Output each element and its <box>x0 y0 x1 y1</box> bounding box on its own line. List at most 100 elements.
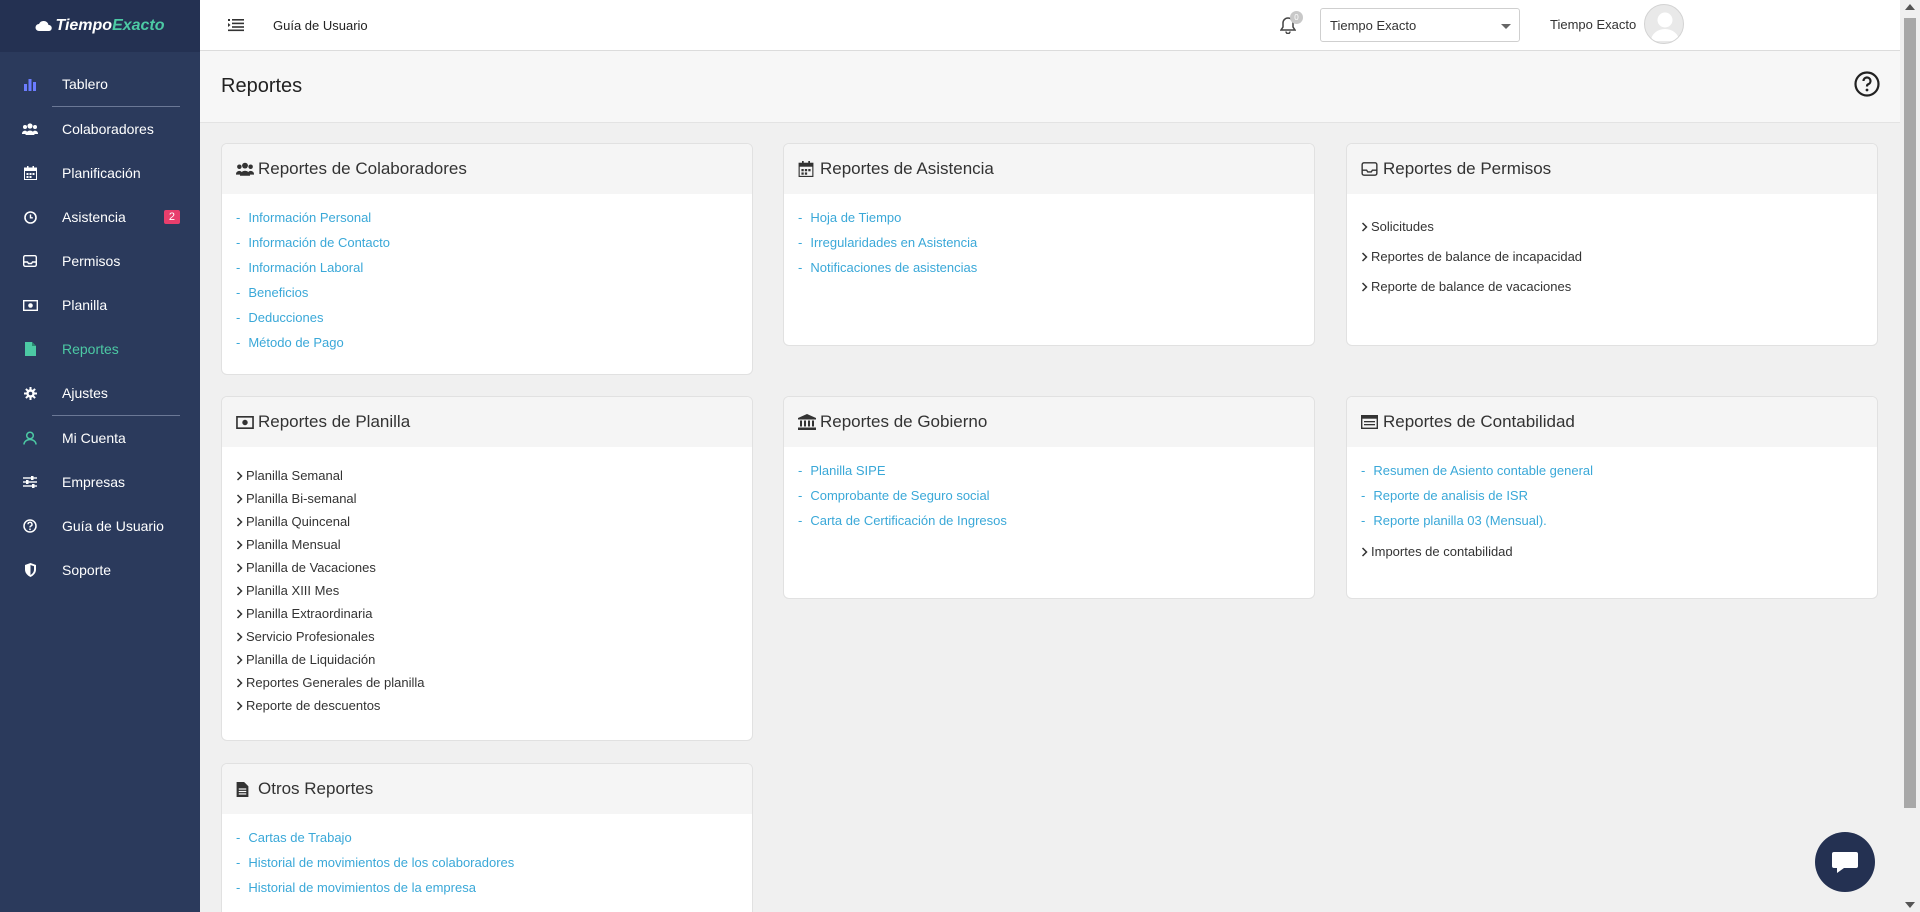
page-title: Reportes <box>221 75 303 97</box>
card-header: Reportes de Permisos <box>1347 144 1877 194</box>
card-title: Reportes de Gobierno <box>820 412 988 431</box>
user-icon <box>22 430 38 446</box>
inbox-icon <box>22 253 38 269</box>
report-link-analisis-isr[interactable]: - Reporte de analisis de ISR <box>1361 487 1863 512</box>
sidebar-item-tablero[interactable]: Tablero <box>0 62 200 106</box>
report-item-reporte-descuentos[interactable]: Reporte de descuentos <box>236 694 738 717</box>
report-item-planilla-mensual[interactable]: Planilla Mensual <box>236 533 738 556</box>
sidebar-item-label: Mi Cuenta <box>62 430 126 446</box>
menu-toggle-icon[interactable] <box>228 18 244 32</box>
card-header: Reportes de Colaboradores <box>222 144 752 194</box>
users-icon <box>22 121 38 137</box>
brand-logo[interactable]: Tiempo Exacto <box>0 0 200 52</box>
report-link-carta-certificacion[interactable]: - Carta de Certificación de Ingresos <box>798 512 1300 537</box>
report-link-deducciones[interactable]: - Deducciones <box>236 309 738 334</box>
chevron-right-icon <box>236 677 243 688</box>
avatar[interactable] <box>1644 4 1684 44</box>
chat-support-button[interactable] <box>1815 832 1875 892</box>
sidebar-item-soporte[interactable]: Soporte <box>0 548 200 592</box>
user-name[interactable]: Tiempo Exacto <box>1550 17 1636 32</box>
avatar-placeholder-icon <box>1651 12 1679 41</box>
sidebar-item-label: Empresas <box>62 474 126 490</box>
report-link-informacion-laboral[interactable]: - Información Laboral <box>236 259 738 284</box>
sidebar-item-label: Reportes <box>62 341 119 357</box>
report-link-irregularidades[interactable]: - Irregularidades en Asistencia <box>798 234 1300 259</box>
sidebar-nav: Tablero Colaboradores Planificación Asis… <box>0 52 200 592</box>
report-link-informacion-personal[interactable]: - Información Personal <box>236 209 738 234</box>
sidebar-item-planificacion[interactable]: Planificación <box>0 151 200 195</box>
report-item-planilla-vacaciones[interactable]: Planilla de Vacaciones <box>236 556 738 579</box>
sidebar-item-empresas[interactable]: Empresas <box>0 460 200 504</box>
report-link-comprobante-seguro[interactable]: - Comprobante de Seguro social <box>798 487 1300 512</box>
card-title: Reportes de Colaboradores <box>258 159 467 178</box>
help-circle-icon[interactable] <box>1854 71 1880 97</box>
chevron-right-icon <box>236 585 243 596</box>
report-item-importes-contabilidad[interactable]: Importes de contabilidad <box>1361 540 1863 563</box>
card-reportes-gobierno: Reportes de Gobierno - Planilla SIPE - Com… <box>783 396 1315 599</box>
sidebar-item-colaboradores[interactable]: Colaboradores <box>0 107 200 151</box>
report-link-informacion-contacto[interactable]: - Información de Contacto <box>236 234 738 259</box>
money-icon <box>22 297 38 313</box>
sidebar-item-label: Ajustes <box>62 385 108 401</box>
company-select-value: Tiempo Exacto <box>1330 18 1417 33</box>
sidebar-item-label: Permisos <box>62 253 121 269</box>
card-title: Reportes de Contabilidad <box>1383 412 1575 431</box>
card-body: Solicitudes Reportes de balance de incap… <box>1347 194 1877 312</box>
help-icon <box>22 518 38 534</box>
sidebar-item-label: Colaboradores <box>62 121 154 137</box>
sidebar-item-permisos[interactable]: Permisos <box>0 239 200 283</box>
sidebar-item-label: Planificación <box>62 165 141 181</box>
report-link-beneficios[interactable]: - Beneficios <box>236 284 738 309</box>
page-scrollbar[interactable] <box>1900 0 1920 912</box>
report-link-hoja-tiempo[interactable]: - Hoja de Tiempo <box>798 209 1300 234</box>
report-item-planilla-bisemanal[interactable]: Planilla Bi-semanal <box>236 487 738 510</box>
report-link-notificaciones[interactable]: - Notificaciones de asistencias <box>798 259 1300 284</box>
scroll-up-arrow-icon[interactable] <box>1905 4 1915 10</box>
users-icon <box>236 161 254 177</box>
report-link-historial-colaboradores[interactable]: - Historial de movimientos de los colabor… <box>236 854 738 879</box>
sidebar-item-reportes[interactable]: Reportes <box>0 327 200 371</box>
scroll-down-arrow-icon[interactable] <box>1905 902 1915 908</box>
report-item-planilla-liquidacion[interactable]: Planilla de Liquidación <box>236 648 738 671</box>
shield-icon <box>22 562 38 578</box>
sidebar-item-mi-cuenta[interactable]: Mi Cuenta <box>0 416 200 460</box>
sidebar-item-asistencia[interactable]: Asistencia 2 <box>0 195 200 239</box>
user-guide-link[interactable]: Guía de Usuario <box>273 18 368 33</box>
card-otros-reportes: Otros Reportes - Cartas de Trabajo - Histo… <box>221 763 753 912</box>
sidebar-item-planilla[interactable]: Planilla <box>0 283 200 327</box>
report-item-reportes-generales[interactable]: Reportes Generales de planilla <box>236 671 738 694</box>
brand-part2: Exacto <box>112 17 165 34</box>
report-item-balance-incapacidad[interactable]: Reportes de balance de incapacidad <box>1361 242 1863 272</box>
card-header: Reportes de Planilla <box>222 397 752 447</box>
report-item-planilla-extraordinaria[interactable]: Planilla Extraordinaria <box>236 602 738 625</box>
report-link-planilla-sipe[interactable]: - Planilla SIPE <box>798 462 1300 487</box>
report-item-planilla-semanal[interactable]: Planilla Semanal <box>236 464 738 487</box>
notification-count-badge: 0 <box>1290 11 1303 24</box>
chevron-right-icon <box>1361 252 1368 262</box>
sidebar-item-guia[interactable]: Guía de Usuario <box>0 504 200 548</box>
report-link-resumen-asiento[interactable]: - Resumen de Asiento contable general <box>1361 462 1863 487</box>
card-reportes-permisos: Reportes de Permisos Solicitudes Reporte… <box>1346 143 1878 346</box>
chevron-right-icon <box>236 470 243 481</box>
sidebar-item-label: Soporte <box>62 562 112 578</box>
report-link-cartas-trabajo[interactable]: - Cartas de Trabajo <box>236 829 738 854</box>
report-link-planilla-03[interactable]: - Reporte planilla 03 (Mensual). <box>1361 512 1863 537</box>
report-link-metodo-pago[interactable]: - Método de Pago <box>236 334 738 359</box>
company-select[interactable]: Tiempo Exacto <box>1320 8 1520 42</box>
report-item-balance-vacaciones[interactable]: Reporte de balance de vacaciones <box>1361 272 1863 302</box>
brand-part1: Tiempo <box>55 17 113 34</box>
report-item-solicitudes[interactable]: Solicitudes <box>1361 212 1863 242</box>
card-header: Reportes de Gobierno <box>784 397 1314 447</box>
sidebar-item-ajustes[interactable]: Ajustes <box>0 371 200 415</box>
card-title: Otros Reportes <box>258 779 374 798</box>
report-item-planilla-quincenal[interactable]: Planilla Quincenal <box>236 510 738 533</box>
bar-chart-icon <box>22 76 38 92</box>
chevron-right-icon <box>236 539 243 550</box>
file-icon <box>22 341 38 357</box>
report-item-planilla-xiii-mes[interactable]: Planilla XIII Mes <box>236 579 738 602</box>
scrollbar-thumb[interactable] <box>1904 18 1916 808</box>
report-item-servicio-profesionales[interactable]: Servicio Profesionales <box>236 625 738 648</box>
report-link-historial-empresa[interactable]: - Historial de movimientos de la empresa <box>236 879 738 904</box>
attendance-count-badge: 2 <box>163 210 180 224</box>
chevron-right-icon <box>236 516 243 527</box>
